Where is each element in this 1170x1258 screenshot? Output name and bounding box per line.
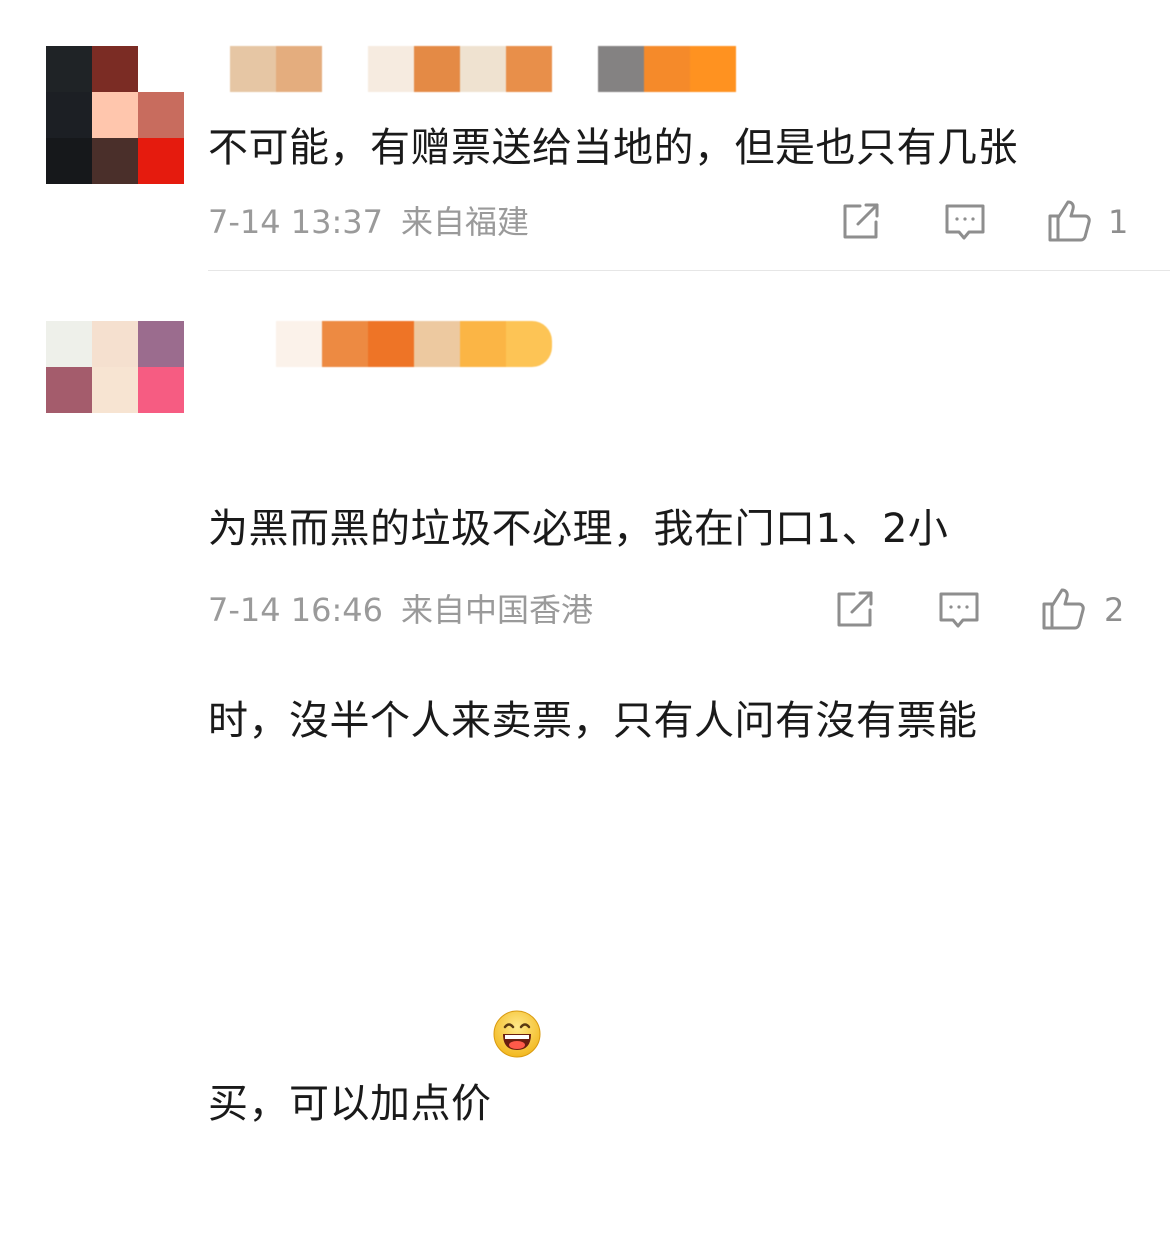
comment-location: 来自中国香港 [401,591,594,629]
like-count: 1 [1108,203,1129,241]
comment-meta: 7-14 13:37 来自福建 [208,202,529,242]
like-icon[interactable] [1046,196,1092,242]
comment-text: 不可能，有赠票送给当地的，但是也只有几张 [208,125,1018,171]
comment-text-line-content: 买，可以加点价 [208,1081,492,1127]
comment-meta: 7-14 16:46 来自中国香港 [208,590,593,630]
comment-text-line: 买，可以加点价 [208,881,1108,1136]
comment-item: 不可能，有赠票送给当地的，但是也只有几张 7-14 13:37 来自福建 1 [0,0,1170,270]
share-icon[interactable] [838,198,884,244]
avatar[interactable] [46,46,184,184]
comment-icon[interactable] [936,586,982,632]
comment-time: 7-14 16:46 [208,591,384,629]
comment-text-line: 为黑而黑的垃圾不必理，我在门口1、2小 [208,506,949,552]
comment-location: 来自福建 [401,203,530,241]
comment-time: 7-14 13:37 [208,203,384,241]
avatar[interactable] [46,321,184,459]
share-icon[interactable] [832,586,878,632]
comment-text: 为黑而黑的垃圾不必理，我在门口1、2小 时，沒半个人来卖票，只有人问有沒有票能 … [208,369,1108,1258]
comment-item: 为黑而黑的垃圾不必理，我在门口1、2小 时，沒半个人来卖票，只有人问有沒有票能 … [0,271,1170,1127]
like-icon[interactable] [1040,584,1086,630]
like-count: 2 [1104,591,1125,629]
laughing-face-icon [492,881,542,1058]
username-pixelated[interactable] [276,321,552,367]
username-pixelated[interactable] [230,46,736,92]
comment-text-line: 时，沒半个人来卖票，只有人问有沒有票能 [208,698,978,744]
comment-icon[interactable] [942,198,988,244]
